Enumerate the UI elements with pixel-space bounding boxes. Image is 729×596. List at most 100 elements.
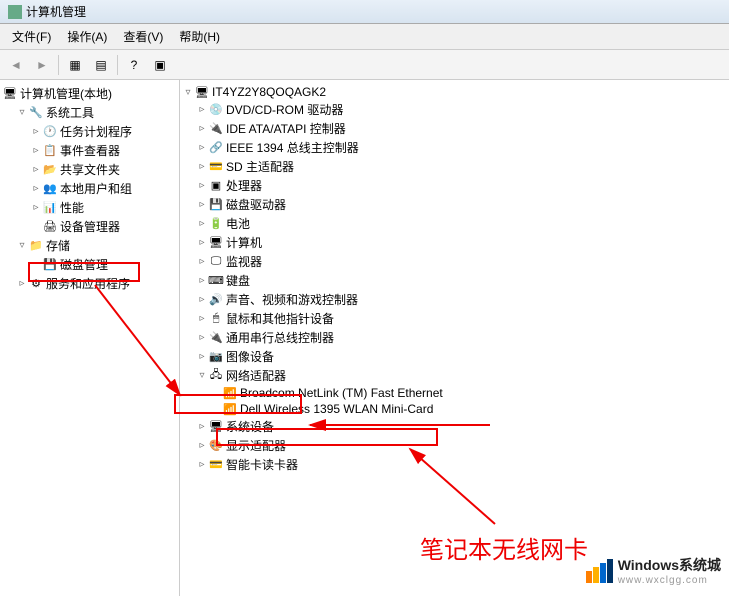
device-ieee1394[interactable]: ▹IEEE 1394 总线主控制器 [196, 138, 727, 157]
network-card-dell-wireless[interactable]: Dell Wireless 1395 WLAN Mini-Card [210, 401, 727, 417]
annotation-label: 笔记本无线网卡 [420, 530, 588, 565]
expand-icon[interactable]: ▹ [196, 142, 208, 153]
collapse-icon[interactable]: ▿ [16, 240, 28, 251]
tree-label: 磁盘驱动器 [226, 196, 286, 213]
device-usb[interactable]: ▹ 通用串行总线控制器 [196, 328, 727, 347]
content-area: 计算机管理(本地) ▿ 系统工具 ▹ 任务计划程序 ▹ 事件查看器 [0, 80, 729, 596]
menu-file[interactable]: 文件(F) [4, 24, 59, 49]
device-ide[interactable]: ▹ IDE ATA/ATAPI 控制器 [196, 119, 727, 138]
device-battery[interactable]: ▹电池 [196, 214, 727, 233]
collapse-icon[interactable]: ▿ [182, 87, 194, 98]
device-sd[interactable]: ▹ SD 主适配器 [196, 157, 727, 176]
sound-icon [208, 293, 224, 307]
tree-label: 服务和应用程序 [46, 275, 130, 292]
device-computer[interactable]: ▹计算机 [196, 233, 727, 252]
expand-icon[interactable]: ▹ [196, 351, 208, 362]
expand-icon[interactable]: ▹ [196, 313, 208, 324]
menu-bar: 文件(F) 操作(A) 查看(V) 帮助(H) [0, 24, 729, 50]
expand-icon[interactable]: ▹ [196, 421, 208, 432]
device-cdrom[interactable]: ▹DVD/CD-ROM 驱动器 [196, 100, 727, 119]
expand-icon[interactable]: ▹ [16, 278, 28, 289]
tree-label: 图像设备 [226, 348, 274, 365]
expand-icon[interactable]: ▹ [196, 199, 208, 210]
expand-icon[interactable]: ▹ [196, 104, 208, 115]
toolbar-btn-1[interactable]: ▦ [63, 53, 87, 77]
tree-device-manager[interactable]: 设备管理器 [30, 217, 177, 236]
tree-local-users[interactable]: ▹ 本地用户和组 [30, 179, 177, 198]
expand-icon[interactable]: ▹ [30, 145, 42, 156]
expand-icon[interactable]: ▹ [196, 440, 208, 451]
device-display[interactable]: ▹ 显示适配器 [196, 436, 727, 455]
keyboard-icon [208, 274, 224, 288]
tree-task-scheduler[interactable]: ▹ 任务计划程序 [30, 122, 177, 141]
expand-icon[interactable]: ▹ [196, 275, 208, 286]
expand-icon[interactable]: ▹ [30, 202, 42, 213]
device-smartcard[interactable]: ▹智能卡读卡器 [196, 455, 727, 474]
device-imaging[interactable]: ▹ 图像设备 [196, 347, 727, 366]
expand-icon[interactable]: ▹ [196, 237, 208, 248]
device-network[interactable]: ▿网络适配器 [196, 366, 727, 385]
menu-help[interactable]: 帮助(H) [171, 24, 228, 49]
toolbar-btn-2[interactable]: ▤ [89, 53, 113, 77]
tree-label: 鼠标和其他指针设备 [226, 310, 334, 327]
expand-icon[interactable]: ▹ [196, 123, 208, 134]
collapse-icon[interactable]: ▿ [16, 107, 28, 118]
device-monitor[interactable]: ▹监视器 [196, 252, 727, 271]
tree-system-tools[interactable]: ▿ 系统工具 [16, 103, 177, 122]
device-keyboard[interactable]: ▹ 键盘 [196, 271, 727, 290]
ieee1394-icon [208, 141, 224, 155]
mouse-icon [208, 312, 224, 326]
share-icon [42, 163, 58, 177]
device-mouse[interactable]: ▹ 鼠标和其他指针设备 [196, 309, 727, 328]
tree-disk-management[interactable]: 磁盘管理 [30, 255, 177, 274]
tree-root-local[interactable]: 计算机管理(本地) [2, 84, 177, 103]
network-card-broadcom[interactable]: Broadcom NetLink (TM) Fast Ethernet [210, 385, 727, 401]
collapse-icon[interactable]: ▿ [196, 370, 208, 381]
toolbar-btn-3[interactable]: ? [122, 53, 146, 77]
tree-performance[interactable]: ▹ 性能 [30, 198, 177, 217]
netcard-icon [222, 402, 238, 416]
tree-label: 设备管理器 [60, 218, 120, 235]
watermark-logo [586, 559, 614, 583]
tree-label: 系统设备 [226, 418, 274, 435]
perf-icon [42, 201, 58, 215]
left-tree-pane[interactable]: 计算机管理(本地) ▿ 系统工具 ▹ 任务计划程序 ▹ 事件查看器 [0, 80, 180, 596]
storage-icon [28, 239, 44, 253]
tree-storage[interactable]: ▿ 存储 [16, 236, 177, 255]
tree-services-apps[interactable]: ▹ 服务和应用程序 [16, 274, 177, 293]
tree-event-viewer[interactable]: ▹ 事件查看器 [30, 141, 177, 160]
tree-label: Dell Wireless 1395 WLAN Mini-Card [240, 402, 433, 416]
expand-icon[interactable]: ▹ [196, 218, 208, 229]
menu-view[interactable]: 查看(V) [115, 24, 171, 49]
expand-icon[interactable]: ▹ [30, 164, 42, 175]
expand-icon[interactable]: ▹ [196, 256, 208, 267]
tree-label: IDE ATA/ATAPI 控制器 [226, 120, 346, 137]
tree-label: 键盘 [226, 272, 250, 289]
device-diskdrive[interactable]: ▹ 磁盘驱动器 [196, 195, 727, 214]
watermark-title: Windows系统城 [618, 555, 721, 575]
tree-label: SD 主适配器 [226, 158, 294, 175]
expand-icon[interactable]: ▹ [30, 126, 42, 137]
right-tree-pane[interactable]: ▿ IT4YZ2Y8QOQAGK2 ▹DVD/CD-ROM 驱动器 ▹ IDE A… [180, 80, 729, 596]
expand-icon[interactable]: ▹ [196, 459, 208, 470]
cpu-icon [208, 179, 224, 193]
tree-label: 共享文件夹 [60, 161, 120, 178]
tree-label: 性能 [60, 199, 84, 216]
tree-shared-folders[interactable]: ▹ 共享文件夹 [30, 160, 177, 179]
computer-icon [194, 85, 210, 99]
tree-label: 显示适配器 [226, 437, 286, 454]
toolbar: ◄ ► ▦ ▤ ? ▣ [0, 50, 729, 80]
expand-icon[interactable]: ▹ [196, 294, 208, 305]
expand-icon[interactable]: ▹ [196, 180, 208, 191]
device-cpu[interactable]: ▹处理器 [196, 176, 727, 195]
toolbar-btn-4[interactable]: ▣ [148, 53, 172, 77]
device-system[interactable]: ▹ 系统设备 [196, 417, 727, 436]
expand-icon[interactable]: ▹ [196, 332, 208, 343]
device-root[interactable]: ▿ IT4YZ2Y8QOQAGK2 [182, 84, 727, 100]
expand-icon[interactable]: ▹ [30, 183, 42, 194]
sys-icon [208, 420, 224, 434]
device-sound[interactable]: ▹声音、视频和游戏控制器 [196, 290, 727, 309]
menu-action[interactable]: 操作(A) [59, 24, 115, 49]
tree-label: 通用串行总线控制器 [226, 329, 334, 346]
expand-icon[interactable]: ▹ [196, 161, 208, 172]
